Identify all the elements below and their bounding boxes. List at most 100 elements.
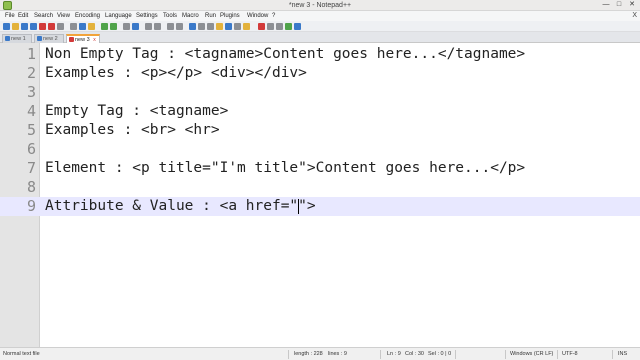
line-number: 5 <box>26 121 36 139</box>
maximize-button[interactable]: □ <box>613 0 625 10</box>
menu-bar: File Edit Search View Encoding Language … <box>0 11 640 21</box>
print-icon[interactable] <box>57 23 64 30</box>
editor-line[interactable]: 2 Examples : <p></p> <div></div> <box>0 64 640 83</box>
folder-workspace-icon[interactable] <box>243 23 250 30</box>
text-editor[interactable]: 1 Non Empty Tag : <tagname>Content goes h… <box>0 43 640 347</box>
menu-settings[interactable]: Settings <box>136 11 158 21</box>
line-number: 6 <box>26 140 36 158</box>
status-separator <box>612 350 613 359</box>
menu-edit[interactable]: Edit <box>18 11 28 21</box>
line-number: 4 <box>26 102 36 120</box>
line-number: 1 <box>26 45 36 63</box>
editor-line[interactable]: 8 <box>0 178 640 197</box>
tab-new-2[interactable]: new 2 <box>34 34 64 43</box>
open-file-icon[interactable] <box>12 23 19 30</box>
find-icon[interactable] <box>123 23 130 30</box>
menu-encoding[interactable]: Encoding <box>75 11 100 21</box>
copy-icon[interactable] <box>79 23 86 30</box>
play-macro-icon[interactable] <box>276 23 283 30</box>
line-number: 7 <box>26 159 36 177</box>
line-text[interactable]: Element : <p title="I'm title">Content g… <box>45 159 525 178</box>
status-separator <box>380 350 381 359</box>
length-count: length : 228 <box>294 351 323 357</box>
line-text[interactable]: Attribute & Value : <a href=""> <box>45 197 316 216</box>
close-window-button[interactable]: ✕ <box>625 0 639 10</box>
editor-line[interactable]: 3 <box>0 83 640 102</box>
saved-disk-icon <box>37 36 42 41</box>
line-number: 9 <box>26 197 36 215</box>
window-title: *new 3 - Notepad++ <box>288 2 352 9</box>
unsaved-disk-icon <box>69 37 74 42</box>
insert-mode[interactable]: INS <box>618 348 627 360</box>
line-number: 2 <box>26 64 36 82</box>
title-bar: *new 3 - Notepad++ — □ ✕ <box>0 0 640 11</box>
line-position: Ln : 9 <box>387 351 401 357</box>
tab-label: new 1 <box>11 36 26 42</box>
close-icon[interactable] <box>39 23 46 30</box>
line-text[interactable]: Examples : <br> <hr> <box>45 121 220 140</box>
tab-bar: new 1 new 2 new 3 x <box>0 32 640 43</box>
undo-icon[interactable] <box>101 23 108 30</box>
sync-horizontal-icon[interactable] <box>176 23 183 30</box>
menu-view[interactable]: View <box>57 11 70 21</box>
line-number: 3 <box>26 83 36 101</box>
indent-guide-icon[interactable] <box>207 23 214 30</box>
sync-vertical-icon[interactable] <box>167 23 174 30</box>
zoom-in-icon[interactable] <box>145 23 152 30</box>
menu-language[interactable]: Language <box>105 11 132 21</box>
zoom-out-icon[interactable] <box>154 23 161 30</box>
editor-line[interactable]: 1 Non Empty Tag : <tagname>Content goes h… <box>0 45 640 64</box>
status-separator <box>288 350 289 359</box>
replace-icon[interactable] <box>132 23 139 30</box>
function-list-icon[interactable] <box>234 23 241 30</box>
save-macro-icon[interactable] <box>294 23 301 30</box>
editor-line[interactable]: 9 Attribute & Value : <a href=""> <box>0 197 640 216</box>
tab-new-3[interactable]: new 3 x <box>66 34 100 43</box>
menu-file[interactable]: File <box>5 11 15 21</box>
editor-line[interactable]: 5 Examples : <br> <hr> <box>0 121 640 140</box>
editor-line[interactable]: 7 Element : <p title="I'm title">Content … <box>0 159 640 178</box>
saved-disk-icon <box>5 36 10 41</box>
paste-icon[interactable] <box>88 23 95 30</box>
toolbar <box>0 21 640 32</box>
file-type-label: Normal text file <box>3 351 40 357</box>
menu-tools[interactable]: Tools <box>163 11 177 21</box>
menu-macro[interactable]: Macro <box>182 11 199 21</box>
menu-window[interactable]: Window <box>247 11 268 21</box>
eol-format[interactable]: Windows (CR LF) <box>510 348 553 360</box>
save-all-icon[interactable] <box>30 23 37 30</box>
minimize-button[interactable]: — <box>600 0 612 10</box>
save-icon[interactable] <box>21 23 28 30</box>
menu-help[interactable]: ? <box>272 11 275 21</box>
menu-plugins[interactable]: Plugins <box>220 11 240 21</box>
redo-icon[interactable] <box>110 23 117 30</box>
record-macro-icon[interactable] <box>258 23 265 30</box>
cut-icon[interactable] <box>70 23 77 30</box>
menu-run[interactable]: Run <box>205 11 216 21</box>
encoding-label[interactable]: UTF-8 <box>562 348 578 360</box>
editor-line[interactable]: 4 Empty Tag : <tagname> <box>0 102 640 121</box>
tab-label: new 2 <box>43 36 58 42</box>
doc-map-icon[interactable] <box>225 23 232 30</box>
tab-new-1[interactable]: new 1 <box>2 34 32 43</box>
text-cursor <box>298 199 300 214</box>
run-multiple-macro-icon[interactable] <box>285 23 292 30</box>
show-all-chars-icon[interactable] <box>198 23 205 30</box>
status-separator <box>557 350 558 359</box>
close-document-button[interactable]: X <box>632 11 637 21</box>
lines-count: lines : 9 <box>328 351 347 357</box>
word-wrap-icon[interactable] <box>189 23 196 30</box>
column-position: Col : 30 <box>405 351 424 357</box>
menu-search[interactable]: Search <box>34 11 53 21</box>
line-text[interactable]: Examples : <p></p> <div></div> <box>45 64 307 83</box>
new-file-icon[interactable] <box>3 23 10 30</box>
editor-line[interactable]: 6 <box>0 140 640 159</box>
line-number: 8 <box>26 178 36 196</box>
status-separator <box>455 350 456 359</box>
line-text[interactable]: Empty Tag : <tagname> <box>45 102 228 121</box>
stop-record-icon[interactable] <box>267 23 274 30</box>
line-text[interactable]: Non Empty Tag : <tagname>Content goes he… <box>45 45 525 64</box>
selection-info: Sel : 0 | 0 <box>428 351 452 357</box>
user-lang-icon[interactable] <box>216 23 223 30</box>
close-all-icon[interactable] <box>48 23 55 30</box>
